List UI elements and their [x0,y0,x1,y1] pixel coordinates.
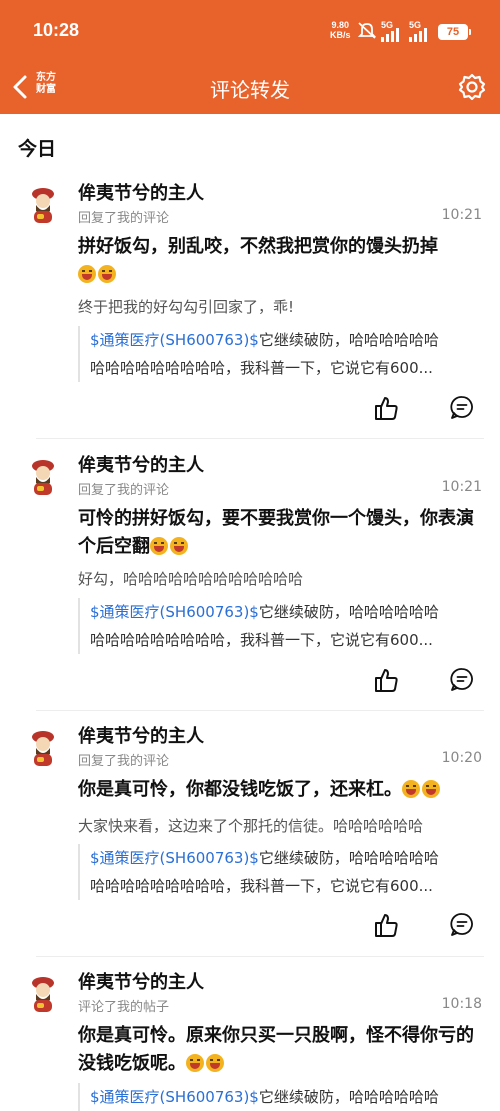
quoted-post-line-1: $通策医疗(SH600763)$它继续破防，哈哈哈哈哈哈 [90,844,483,872]
reply-content: 拼好饭勾，别乱咬，不然我把赏你的馒头扔掉 [78,236,438,257]
timestamp: 10:18 [441,996,482,1012]
quoted-post-text-1: 它继续破防，哈哈哈哈哈哈 [258,849,439,867]
original-comment: 终于把我的好勾勾引回家了，乖! [78,298,295,316]
laughing-emoji-icon [402,780,420,798]
divider [36,710,484,711]
action-text: 评论了我的帖子 [78,1000,170,1015]
timestamp: 10:21 [441,207,482,223]
stock-link[interactable]: $通策医疗(SH600763)$ [90,331,259,349]
quoted-post[interactable]: $通策医疗(SH600763)$它继续破防，哈哈哈哈哈哈 [78,1083,483,1111]
quoted-post-line-2: 哈哈哈哈哈哈哈哈哈，我科普一下，它说它有600... [90,359,433,377]
action-text: 回复了我的评论 [78,211,170,226]
laughing-emoji-icon [78,265,96,283]
reply-content: 可怜的拼好饭勾，要不要我赏你一个馒头，你表演个后空翻 [78,508,474,557]
reply-content: 你是真可怜。原来你只买一只股啊，怪不得你亏的没钱吃饭呢。 [78,1025,474,1074]
thumbs-up-icon[interactable] [373,395,399,421]
comment-bubble-icon[interactable] [450,667,474,691]
reply-text: 拼好饭勾，别乱咬，不然我把赏你的馒头扔掉 [78,233,488,289]
quoted-post-line-1: $通策医疗(SH600763)$它继续破防，哈哈哈哈哈哈 [90,598,483,626]
reply-text: 你是真可怜，你都没钱吃饭了，还来杠。 [78,776,488,804]
mute-bell-icon [357,22,377,39]
quoted-post[interactable]: $通策医疗(SH600763)$它继续破防，哈哈哈哈哈哈 哈哈哈哈哈哈哈哈哈，我… [78,598,483,654]
laughing-emoji-icon [150,537,168,555]
original-comment: 大家快来看，这边来了个那托的信徒。哈哈哈哈哈哈 [78,817,424,835]
timestamp: 10:20 [441,750,482,766]
network-speed-unit: KB/s [330,30,351,40]
avatar[interactable] [20,970,66,1016]
reply-text: 可怜的拼好饭勾，要不要我赏你一个馒头，你表演个后空翻 [78,505,488,561]
action-icons [0,667,500,697]
reply-text: 你是真可怜。原来你只买一只股啊，怪不得你亏的没钱吃饭呢。 [78,1022,488,1078]
user-name[interactable]: 侔夷节兮的主人 [78,968,204,994]
status-bar: 10:28 9.80 KB/s 5G 5G 75 [0,0,500,62]
user-name[interactable]: 侔夷节兮的主人 [78,722,204,748]
quoted-post-line-2: 哈哈哈哈哈哈哈哈哈，我科普一下，它说它有600... [90,877,433,895]
avatar[interactable] [20,181,66,227]
stock-link[interactable]: $通策医疗(SH600763)$ [90,603,259,621]
settings-gear-icon[interactable] [457,72,487,102]
comment-bubble-icon[interactable] [450,912,474,936]
laughing-emoji-icon [98,265,116,283]
laughing-emoji-icon [206,1054,224,1072]
divider [36,438,484,439]
status-time: 10:28 [33,20,80,40]
user-name[interactable]: 侔夷节兮的主人 [78,451,204,477]
quoted-post[interactable]: $通策医疗(SH600763)$它继续破防，哈哈哈哈哈哈 哈哈哈哈哈哈哈哈哈，我… [78,326,483,382]
section-title-today: 今日 [18,138,57,160]
navigation-bar: 东方财富 评论转发 [0,62,500,114]
thumbs-up-icon[interactable] [373,912,399,938]
page-title: 评论转发 [210,78,290,102]
quoted-post-line-1: $通策医疗(SH600763)$它继续破防，哈哈哈哈哈哈 [90,326,483,354]
avatar[interactable] [20,724,66,770]
thumbs-up-icon[interactable] [373,667,399,693]
laughing-emoji-icon [170,537,188,555]
quoted-post-line-1: $通策医疗(SH600763)$它继续破防，哈哈哈哈哈哈 [90,1083,483,1111]
quoted-post-text-1: 它继续破防，哈哈哈哈哈哈 [258,603,439,621]
action-icons [0,395,500,425]
stock-link[interactable]: $通策医疗(SH600763)$ [90,1088,259,1106]
user-name[interactable]: 侔夷节兮的主人 [78,179,204,205]
network-speed-value: 9.80 [331,20,350,30]
timestamp: 10:21 [441,479,482,495]
quoted-post-text-1: 它继续破防，哈哈哈哈哈哈 [258,1088,439,1106]
network-speed: 9.80 KB/s [330,20,351,40]
signal-bars-icon [381,28,399,42]
top-bar: 10:28 9.80 KB/s 5G 5G 75 东方财富 评论转发 [0,0,500,114]
laughing-emoji-icon [186,1054,204,1072]
quoted-post[interactable]: $通策医疗(SH600763)$它继续破防，哈哈哈哈哈哈 哈哈哈哈哈哈哈哈哈，我… [78,844,483,900]
original-comment: 好勾，哈哈哈哈哈哈哈哈哈哈哈哈 [78,570,304,588]
action-text: 回复了我的评论 [78,754,170,769]
action-icons [0,912,500,942]
avatar[interactable] [20,453,66,499]
divider [36,956,484,957]
battery-indicator: 75 [438,24,471,40]
stock-link[interactable]: $通策医疗(SH600763)$ [90,849,259,867]
reply-content: 你是真可怜，你都没钱吃饭了，还来杠。 [78,779,402,800]
quoted-post-text-1: 它继续破防，哈哈哈哈哈哈 [258,331,439,349]
comment-bubble-icon[interactable] [450,395,474,419]
signal-bars-icon-2 [409,28,427,42]
action-text: 回复了我的评论 [78,483,170,498]
laughing-emoji-icon [422,780,440,798]
quoted-post-line-2: 哈哈哈哈哈哈哈哈哈，我科普一下，它说它有600... [90,631,433,649]
